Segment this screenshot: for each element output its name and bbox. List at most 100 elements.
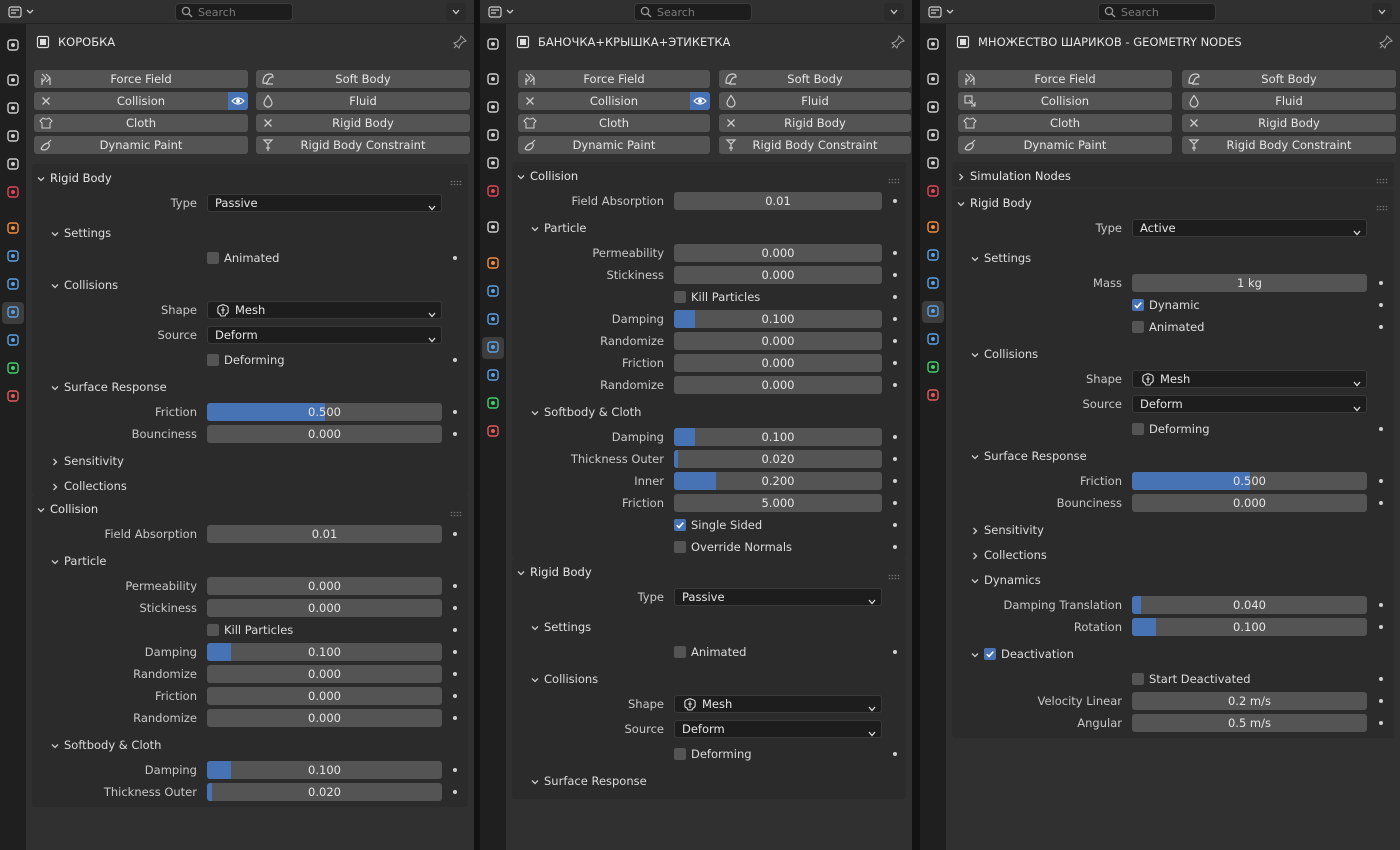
keyframe-dot-icon[interactable] [1379, 625, 1383, 629]
checkbox[interactable] [207, 354, 219, 366]
checkbox[interactable] [984, 648, 996, 660]
checkbox-animated[interactable]: Animated [1132, 319, 1367, 335]
pin-icon[interactable] [1378, 34, 1394, 50]
dropdown-shape[interactable]: Mesh [207, 301, 442, 319]
keyframe-dot-icon[interactable] [453, 410, 457, 414]
checkbox-dynamic[interactable]: Dynamic [1132, 297, 1367, 313]
keyframe-dot-icon[interactable] [453, 256, 457, 260]
physics-button-soft-body[interactable]: Soft Body [719, 70, 911, 88]
tab-world-icon[interactable] [2, 182, 24, 204]
number-field[interactable]: 0.000 [674, 266, 882, 284]
physics-button-cloth[interactable]: Cloth [958, 114, 1172, 132]
number-field[interactable]: 0.000 [674, 376, 882, 394]
keyframe-dot-icon[interactable] [453, 672, 457, 676]
keyframe-dot-icon[interactable] [1379, 501, 1383, 505]
tab-material-icon[interactable] [922, 385, 944, 407]
tab-scene-icon[interactable] [922, 153, 944, 175]
tab-constraints-icon[interactable] [2, 330, 24, 352]
number-field[interactable]: 0.2 m/s [1132, 692, 1367, 710]
tab-output-icon[interactable] [922, 97, 944, 119]
search-field[interactable]: Search [1098, 3, 1216, 21]
tab-object-icon[interactable] [2, 218, 24, 240]
number-field[interactable]: 0.01 [674, 192, 882, 210]
subpanel-header[interactable]: Particle [530, 218, 896, 238]
keyframe-dot-icon[interactable] [453, 628, 457, 632]
number-field[interactable]: 0.100 [674, 428, 882, 446]
number-field[interactable]: 0.500 [207, 403, 442, 421]
keyframe-dot-icon[interactable] [893, 435, 897, 439]
tab-scene-icon[interactable] [2, 154, 24, 176]
drag-grip-icon[interactable] [1376, 173, 1388, 184]
search-field[interactable]: Search [175, 3, 293, 21]
subpanel-header[interactable]: Surface Response [970, 446, 1384, 466]
checkbox-kill-particles[interactable]: Kill Particles [207, 622, 442, 638]
checkbox[interactable] [1132, 673, 1144, 685]
keyframe-dot-icon[interactable] [453, 716, 457, 720]
subpanel-header[interactable]: Settings [530, 617, 896, 637]
number-field[interactable]: 0.01 [207, 525, 442, 543]
tab-tool-icon[interactable] [482, 34, 504, 56]
number-field[interactable]: 0.100 [674, 310, 882, 328]
editor-type-dropdown[interactable] [486, 3, 518, 21]
keyframe-dot-icon[interactable] [1379, 281, 1383, 285]
checkbox[interactable] [674, 541, 686, 553]
panel-header[interactable]: Rigid Body [36, 166, 464, 190]
visibility-eye-icon[interactable] [690, 92, 710, 110]
tab-modifier-icon[interactable] [922, 245, 944, 267]
physics-button-rigid-body[interactable]: Rigid Body [256, 114, 470, 132]
checkbox-deforming[interactable]: Deforming [207, 352, 442, 368]
tab-physics-icon[interactable] [922, 301, 944, 323]
tab-render-icon[interactable] [922, 69, 944, 91]
keyframe-dot-icon[interactable] [893, 295, 897, 299]
panel-header[interactable]: Collision [36, 497, 464, 521]
checkbox[interactable] [674, 291, 686, 303]
number-field[interactable]: 0.020 [674, 450, 882, 468]
drag-grip-icon[interactable] [450, 506, 462, 517]
checkbox[interactable] [674, 519, 686, 531]
physics-button-dynamic-paint[interactable]: Dynamic Paint [34, 136, 248, 154]
dropdown-type[interactable]: Active [1132, 219, 1367, 237]
number-field[interactable]: 0.100 [207, 643, 442, 661]
tab-data-icon[interactable] [482, 393, 504, 415]
tab-render-icon[interactable] [482, 69, 504, 91]
subpanel-header[interactable]: Softbody & Cloth [50, 735, 458, 755]
physics-button-force-field[interactable]: Force Field [518, 70, 710, 88]
keyframe-dot-icon[interactable] [893, 650, 897, 654]
subpanel-header[interactable]: Collisions [530, 669, 896, 689]
physics-button-rigid-body[interactable]: Rigid Body [719, 114, 911, 132]
checkbox-animated[interactable]: Animated [207, 250, 442, 266]
keyframe-dot-icon[interactable] [453, 790, 457, 794]
checkbox-kill-particles[interactable]: Kill Particles [674, 289, 882, 305]
panel-header[interactable]: Rigid Body [516, 560, 902, 584]
checkbox[interactable] [1132, 423, 1144, 435]
keyframe-dot-icon[interactable] [1379, 603, 1383, 607]
panel-header[interactable]: Collision [516, 164, 902, 188]
number-field[interactable]: 0.000 [207, 709, 442, 727]
tab-object-icon[interactable] [482, 253, 504, 275]
x-remove-icon[interactable] [261, 116, 275, 130]
physics-button-soft-body[interactable]: Soft Body [1182, 70, 1396, 88]
tab-tool-icon[interactable] [2, 35, 24, 57]
x-remove-icon[interactable] [39, 94, 53, 108]
keyframe-dot-icon[interactable] [1379, 479, 1383, 483]
number-field[interactable]: 0.000 [207, 687, 442, 705]
checkbox[interactable] [674, 748, 686, 760]
physics-button-collision[interactable]: Collision [958, 92, 1172, 110]
number-field[interactable]: 0.020 [207, 783, 442, 801]
tab-data-icon[interactable] [2, 358, 24, 380]
drag-grip-icon[interactable] [888, 173, 900, 184]
options-dropdown[interactable] [884, 3, 904, 21]
dropdown-source[interactable]: Deform [207, 326, 442, 344]
checkbox[interactable] [207, 252, 219, 264]
tab-output-icon[interactable] [2, 98, 24, 120]
dropdown-shape[interactable]: Mesh [1132, 370, 1367, 388]
tab-tool-icon[interactable] [922, 34, 944, 56]
number-field[interactable]: 0.200 [674, 472, 882, 490]
editor-type-dropdown[interactable] [926, 3, 958, 21]
number-field[interactable]: 1 kg [1132, 274, 1367, 292]
checkbox-deforming[interactable]: Deforming [1132, 421, 1367, 437]
number-field[interactable]: 0.040 [1132, 596, 1367, 614]
tab-particles-icon[interactable] [922, 273, 944, 295]
drag-grip-icon[interactable] [1376, 200, 1388, 211]
x-remove-icon[interactable] [523, 94, 537, 108]
